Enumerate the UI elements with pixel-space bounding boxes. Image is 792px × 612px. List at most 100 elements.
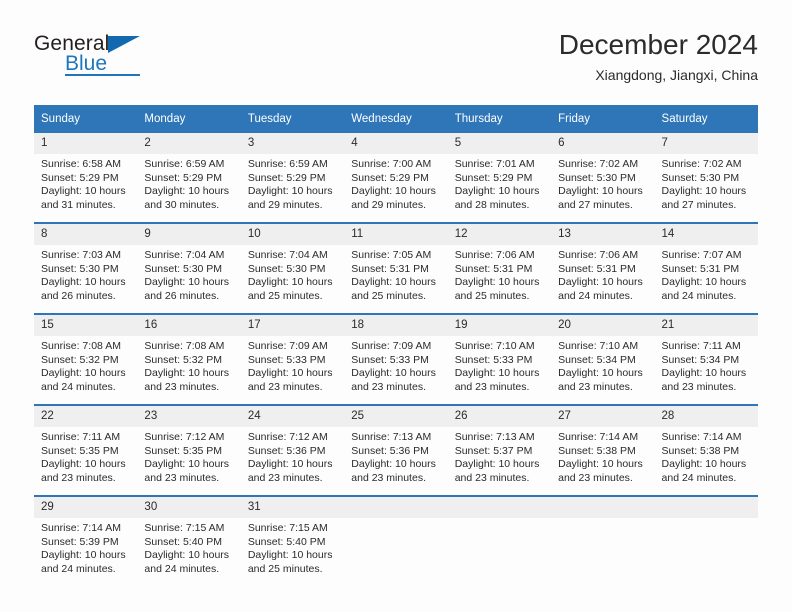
day-details [448,518,551,532]
daylight-duration-line1: Daylight: 10 hours [351,276,436,288]
sunrise-time: Sunrise: 7:07 AM [661,249,742,261]
day-number: 22 [34,406,138,427]
daylight-duration-line1: Daylight: 10 hours [247,367,333,379]
daylight-duration-line2: and 23 minutes. [558,380,633,393]
calendar-day-cell[interactable]: 9 Sunrise: 7:04 AM Sunset: 5:30 PM Daylight… [137,222,241,314]
calendar-day-cell[interactable]: 6 Sunrise: 7:02 AM Sunset: 5:30 PM Daylight… [551,133,655,223]
day-number: 8 [34,224,138,245]
day-number: 12 [447,224,552,245]
calendar-day-cell[interactable]: 13 Sunrise: 7:06 AM Sunset: 5:31 PM Dayligh… [551,222,655,314]
day-details: Sunrise: 7:00 AM Sunset: 5:29 PM Daylight:… [344,154,447,222]
weekday-header-tuesday: Tuesday [240,105,345,133]
calendar-day-cell[interactable]: 23 Sunrise: 7:12 AM Sunset: 5:35 PM Dayligh… [137,404,241,496]
calendar-day-cell[interactable]: 17 Sunrise: 7:09 AM Sunset: 5:33 PM Dayligh… [240,313,345,405]
day-details: Sunrise: 6:59 AM Sunset: 5:29 PM Daylight:… [137,154,240,222]
daylight-duration-line1: Daylight: 10 hours [351,367,436,379]
daylight-duration-line2: and 23 minutes. [41,471,116,484]
day-number [551,497,655,518]
sunset-time: Sunset: 5:30 PM [144,262,223,275]
day-details: Sunrise: 7:08 AM Sunset: 5:32 PM Daylight:… [34,336,137,404]
calendar-day-cell[interactable]: 7 Sunrise: 7:02 AM Sunset: 5:30 PM Daylight… [654,133,758,223]
calendar-day-cell[interactable]: 26 Sunrise: 7:13 AM Sunset: 5:37 PM Dayligh… [447,404,552,496]
sunrise-time: Sunrise: 7:08 AM [144,340,225,352]
calendar-day-cell[interactable]: 29 Sunrise: 7:14 AM Sunset: 5:39 PM Dayligh… [34,495,138,586]
calendar-day-cell[interactable]: 2 Sunrise: 6:59 AM Sunset: 5:29 PM Daylight… [137,133,241,223]
sunset-time: Sunset: 5:30 PM [558,171,636,184]
calendar-day-cell[interactable]: 18 Sunrise: 7:09 AM Sunset: 5:33 PM Dayligh… [344,313,448,405]
daylight-duration-line2: and 29 minutes. [351,198,426,211]
day-details: Sunrise: 6:59 AM Sunset: 5:29 PM Daylight:… [241,154,344,222]
calendar-day-cell[interactable]: 1 Sunrise: 6:58 AM Sunset: 5:29 PM Daylight… [34,133,138,223]
sunrise-time: Sunrise: 7:05 AM [351,249,432,261]
calendar-day-cell[interactable]: 31 Sunrise: 7:15 AM Sunset: 5:40 PM Dayligh… [240,495,345,586]
day-details: Sunrise: 7:12 AM Sunset: 5:35 PM Daylight:… [137,427,240,495]
daylight-duration-line1: Daylight: 10 hours [351,185,436,197]
sunrise-sunset-calendar: Sunday Monday Tuesday Wednesday Thursday… [34,105,758,586]
calendar-day-cell[interactable]: 10 Sunrise: 7:04 AM Sunset: 5:30 PM Dayligh… [240,222,345,314]
calendar-day-cell[interactable]: 24 Sunrise: 7:12 AM Sunset: 5:36 PM Dayligh… [240,404,345,496]
daylight-duration-line2: and 23 minutes. [144,471,220,484]
sunset-time: Sunset: 5:31 PM [558,262,636,275]
day-details: Sunrise: 7:10 AM Sunset: 5:33 PM Daylight:… [448,336,551,404]
calendar-day-cell[interactable]: 5 Sunrise: 7:01 AM Sunset: 5:29 PM Daylight… [447,133,552,223]
daylight-duration-line2: and 27 minutes. [661,198,737,211]
sunset-time: Sunset: 5:33 PM [454,353,533,366]
sunset-time: Sunset: 5:29 PM [41,171,119,184]
day-details: Sunrise: 7:02 AM Sunset: 5:30 PM Daylight:… [551,154,654,222]
calendar-week-row: 15 Sunrise: 7:08 AM Sunset: 5:32 PM Dayligh… [34,313,758,405]
calendar-day-cell[interactable]: 21 Sunrise: 7:11 AM Sunset: 5:34 PM Dayligh… [654,313,758,405]
calendar-day-cell[interactable]: 30 Sunrise: 7:15 AM Sunset: 5:40 PM Dayligh… [137,495,241,586]
sunset-time: Sunset: 5:39 PM [41,535,119,548]
day-details [344,518,447,532]
sunset-time: Sunset: 5:37 PM [454,444,533,457]
daylight-duration-line1: Daylight: 10 hours [661,185,747,197]
day-details: Sunrise: 7:04 AM Sunset: 5:30 PM Daylight:… [137,245,240,313]
day-number: 26 [447,406,552,427]
sunrise-time: Sunrise: 7:09 AM [351,340,432,352]
day-details: Sunrise: 7:14 AM Sunset: 5:39 PM Daylight:… [34,518,137,586]
calendar-day-cell[interactable]: 11 Sunrise: 7:05 AM Sunset: 5:31 PM Dayligh… [344,222,448,314]
daylight-duration-line1: Daylight: 10 hours [558,458,643,470]
calendar-day-cell[interactable]: 28 Sunrise: 7:14 AM Sunset: 5:38 PM Dayligh… [654,404,758,496]
sunrise-time: Sunrise: 7:08 AM [41,340,121,352]
calendar-day-cell[interactable]: 12 Sunrise: 7:06 AM Sunset: 5:31 PM Dayligh… [447,222,552,314]
sunrise-time: Sunrise: 7:00 AM [351,158,432,170]
sunset-time: Sunset: 5:32 PM [144,353,223,366]
daylight-duration-line2: and 23 minutes. [661,380,737,393]
calendar-day-cell[interactable]: 15 Sunrise: 7:08 AM Sunset: 5:32 PM Dayligh… [34,313,138,405]
daylight-duration-line2: and 24 minutes. [41,380,116,393]
calendar-day-cell[interactable]: 8 Sunrise: 7:03 AM Sunset: 5:30 PM Daylight… [34,222,138,314]
calendar-day-cell[interactable]: 3 Sunrise: 6:59 AM Sunset: 5:29 PM Daylight… [240,133,345,223]
day-number: 29 [34,497,138,518]
sunrise-time: Sunrise: 7:04 AM [247,249,328,261]
day-number: 13 [551,224,655,245]
sunset-time: Sunset: 5:31 PM [454,262,533,275]
generalblue-logo[interactable]: General Blue [34,32,214,88]
day-details: Sunrise: 7:02 AM Sunset: 5:30 PM Daylight:… [655,154,758,222]
daylight-duration-line1: Daylight: 10 hours [661,367,747,379]
calendar-day-cell[interactable]: 20 Sunrise: 7:10 AM Sunset: 5:34 PM Dayligh… [551,313,655,405]
day-details [655,518,758,532]
calendar-day-cell[interactable]: 19 Sunrise: 7:10 AM Sunset: 5:33 PM Dayligh… [447,313,552,405]
calendar-day-cell[interactable]: 25 Sunrise: 7:13 AM Sunset: 5:36 PM Dayligh… [344,404,448,496]
daylight-duration-line1: Daylight: 10 hours [558,276,643,288]
daylight-duration-line1: Daylight: 10 hours [144,276,230,288]
sunset-time: Sunset: 5:38 PM [661,444,740,457]
sunset-time: Sunset: 5:36 PM [351,444,429,457]
calendar-day-cell[interactable]: 22 Sunrise: 7:11 AM Sunset: 5:35 PM Dayligh… [34,404,138,496]
calendar-day-cell[interactable]: 14 Sunrise: 7:07 AM Sunset: 5:31 PM Dayligh… [654,222,758,314]
calendar-day-cell-empty [654,495,758,586]
calendar-day-cell[interactable]: 4 Sunrise: 7:00 AM Sunset: 5:29 PM Daylight… [344,133,448,223]
daylight-duration-line2: and 30 minutes. [144,198,220,211]
weekday-header-friday: Friday [551,105,655,133]
day-number: 31 [240,497,345,518]
sunrise-time: Sunrise: 7:10 AM [558,340,639,352]
day-details: Sunrise: 7:12 AM Sunset: 5:36 PM Daylight:… [241,427,344,495]
calendar-day-cell[interactable]: 27 Sunrise: 7:14 AM Sunset: 5:38 PM Dayligh… [551,404,655,496]
sunrise-time: Sunrise: 7:12 AM [144,431,225,443]
daylight-duration-line1: Daylight: 10 hours [351,458,436,470]
calendar-day-cell[interactable]: 16 Sunrise: 7:08 AM Sunset: 5:32 PM Dayligh… [137,313,241,405]
day-number: 6 [551,133,655,154]
day-details: Sunrise: 7:07 AM Sunset: 5:31 PM Daylight:… [655,245,758,313]
daylight-duration-line2: and 24 minutes. [144,562,220,575]
